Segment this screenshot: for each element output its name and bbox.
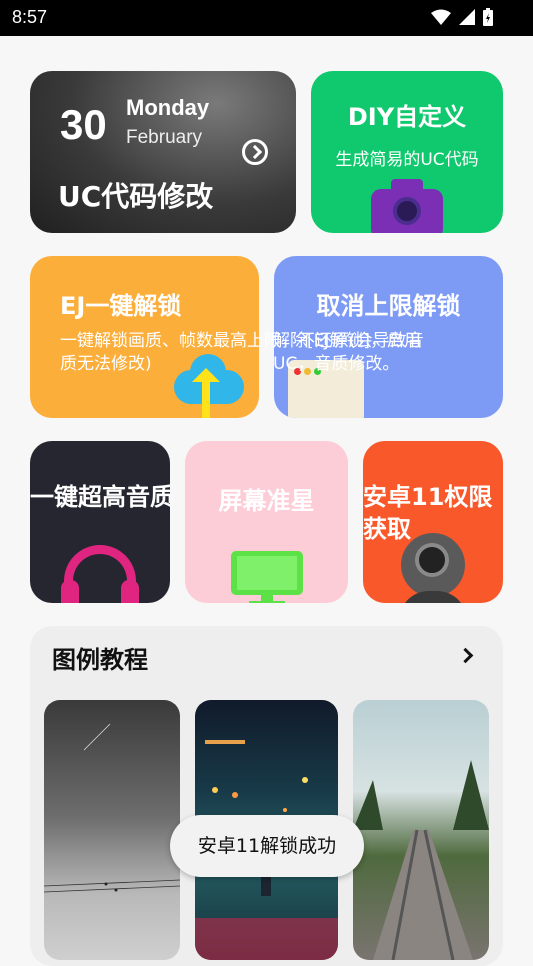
tutorial-title: 图例教程	[52, 646, 148, 674]
camera-icon	[371, 179, 443, 233]
monitor-icon	[231, 551, 303, 603]
status-time: 8:57	[12, 7, 48, 27]
battery-icon	[483, 8, 493, 26]
tutorial-image-sky[interactable]	[44, 700, 180, 960]
diy-title: DIY自定义	[347, 103, 467, 131]
uc-code-edit-title: UC代码修改	[58, 180, 214, 213]
hd-audio-title: 一键超高音质	[30, 483, 170, 511]
android11-permission-card[interactable]: 安卓11权限获取	[363, 441, 503, 603]
date-weekday: Monday	[126, 95, 210, 120]
webcam-icon	[399, 533, 467, 603]
cancel-limit-description: 解除[EJ解锁]，启用UC，音质修改。	[273, 331, 422, 374]
arrow-right-circle-icon[interactable]	[242, 139, 268, 165]
power-lines-graphic	[44, 723, 180, 893]
hd-audio-card[interactable]: 一键超高音质	[30, 441, 170, 603]
screen-crosshair-card[interactable]: 屏幕准星	[185, 441, 348, 603]
status-bar: 8:57	[0, 0, 533, 36]
date-month: February	[126, 127, 203, 148]
diy-subtitle: 生成简易的UC代码	[335, 150, 479, 170]
ej-unlock-title: EJ一键解锁	[60, 292, 182, 320]
signal-icon	[459, 9, 475, 25]
toast-message: 安卓11解锁成功	[170, 815, 364, 877]
date-day-number: 30	[60, 101, 107, 148]
arrow-up-icon	[192, 368, 220, 418]
cancel-limit-title: 取消上限解锁	[316, 292, 461, 320]
uc-code-edit-card[interactable]: 30 Monday February UC代码修改	[30, 71, 296, 233]
status-icons	[431, 8, 493, 26]
diy-custom-card[interactable]: DIY自定义 生成简易的UC代码	[311, 71, 503, 233]
tutorial-section: 图例教程	[30, 626, 503, 966]
tutorial-image-railway[interactable]	[353, 700, 489, 960]
chevron-right-icon[interactable]	[457, 647, 474, 664]
headphones-icon	[61, 545, 139, 603]
screen-crosshair-title: 屏幕准星	[218, 487, 315, 515]
railway-graphic	[353, 760, 489, 960]
wifi-icon	[431, 9, 451, 25]
